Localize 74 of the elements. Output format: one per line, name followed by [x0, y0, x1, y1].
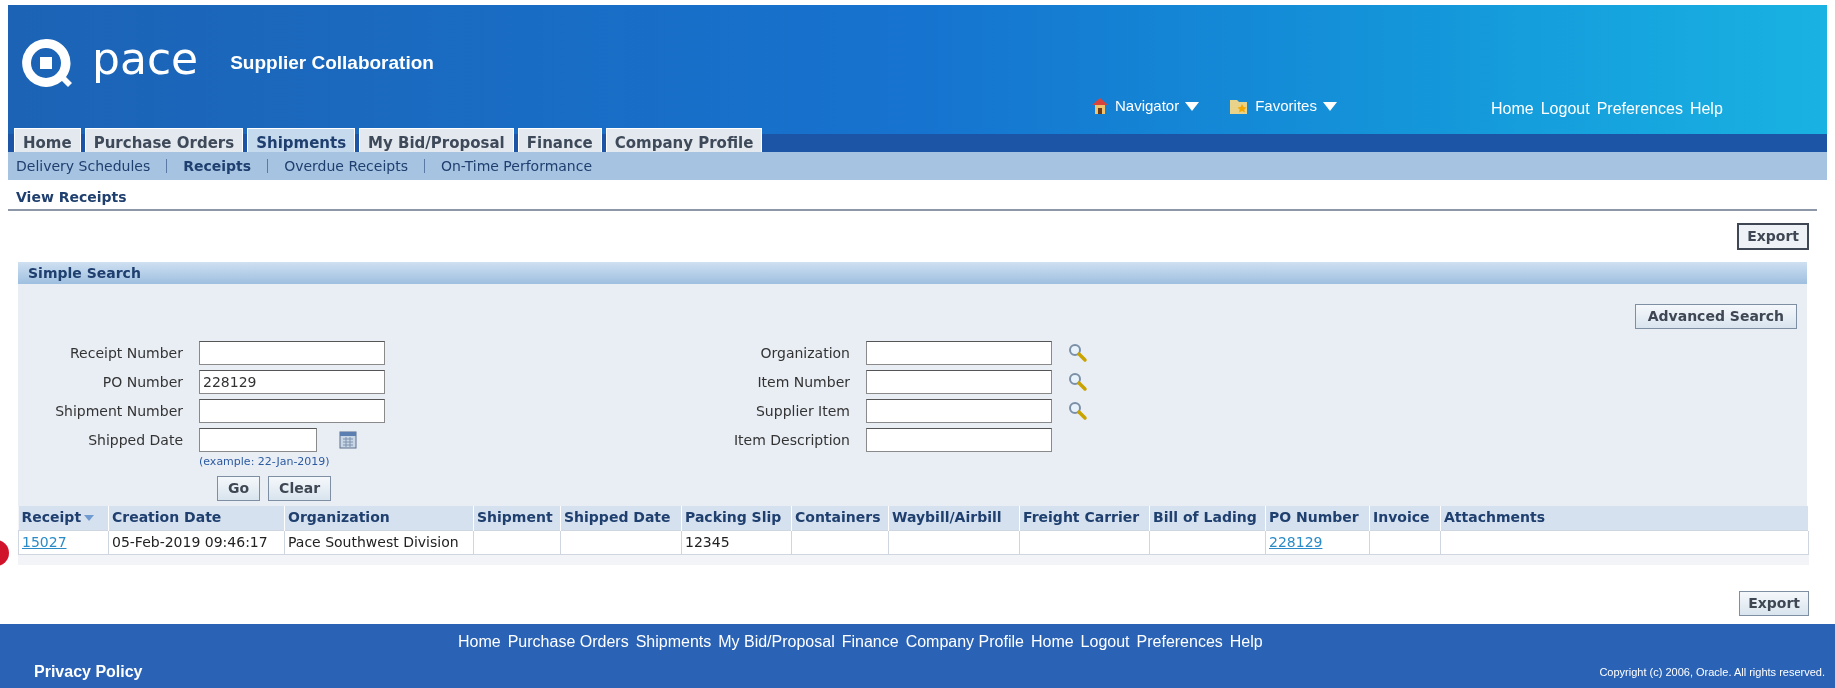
house-icon	[1091, 97, 1109, 116]
app-title: Supplier Collaboration	[230, 50, 434, 75]
column-header[interactable]: Waybill/Airbill	[888, 506, 1020, 530]
table-cell: 12345	[681, 530, 792, 554]
field-label: Item Description	[732, 430, 850, 450]
footer-link[interactable]: Company Profile	[905, 629, 1024, 654]
tab[interactable]: Finance	[517, 128, 602, 152]
advanced-search-button[interactable]: Advanced Search	[1634, 304, 1797, 329]
subtab-link[interactable]: On-Time Performance	[440, 155, 593, 177]
date-hint: (example: 22-Jan-2019)	[199, 454, 331, 470]
column-header[interactable]: Creation Date	[108, 506, 285, 530]
column-header[interactable]: Receipt	[18, 506, 109, 530]
export-button[interactable]: Export	[1737, 223, 1809, 250]
column-header[interactable]: Shipment	[473, 506, 561, 530]
input-field[interactable]	[866, 370, 1052, 394]
date-field[interactable]	[199, 428, 317, 452]
field-label: Supplier Item	[755, 401, 850, 421]
tab[interactable]: Shipments	[247, 128, 356, 152]
column-header[interactable]: Organization	[284, 506, 474, 530]
footer-link[interactable]: Finance	[841, 629, 899, 654]
footer-link[interactable]: Home	[1030, 629, 1074, 654]
column-header[interactable]: PO Number	[1265, 506, 1370, 530]
copyright-text: Copyright (c) 2006, Oracle. All rights reserved.	[1599, 664, 1825, 680]
field-label: PO Number	[101, 372, 183, 392]
caret-icon[interactable]	[1322, 101, 1337, 111]
column-header[interactable]: Attachments	[1440, 506, 1809, 530]
field-label: Item Number	[756, 372, 850, 392]
search-icon[interactable]	[1068, 401, 1088, 421]
page-title: View Receipts	[16, 189, 127, 205]
column-header[interactable]: Packing Slip	[681, 506, 792, 530]
subtab-link[interactable]: Receipts	[183, 155, 252, 177]
search-icon[interactable]	[1068, 372, 1088, 392]
logo-text: pace	[92, 37, 199, 81]
input-field[interactable]	[199, 399, 385, 423]
footer-link[interactable]: Purchase Orders	[507, 629, 629, 654]
column-header[interactable]: Freight Carrier	[1019, 506, 1150, 530]
footer-link[interactable]: Help	[1229, 629, 1263, 654]
input-field[interactable]	[866, 428, 1052, 452]
footer-link[interactable]: Logout	[1080, 629, 1130, 654]
footer-link[interactable]: Preferences	[1136, 629, 1223, 654]
tab[interactable]: Company Profile	[605, 128, 763, 152]
field-label: Organization	[759, 343, 850, 363]
privacy-policy-link[interactable]: Privacy Policy	[34, 659, 143, 684]
subtab-link[interactable]: Delivery Schedules	[16, 155, 151, 177]
section-title: Simple Search	[28, 263, 141, 283]
column-header[interactable]: Containers	[791, 506, 889, 530]
column-header[interactable]: Shipped Date	[560, 506, 682, 530]
tab[interactable]: My Bid/Proposal	[359, 128, 514, 152]
tab[interactable]: Home	[14, 128, 81, 152]
input-field[interactable]	[866, 399, 1052, 423]
footer-link[interactable]: My Bid/Proposal	[718, 629, 835, 654]
input-field[interactable]	[199, 341, 385, 365]
subtab-link[interactable]: Overdue Receipts	[284, 155, 408, 177]
navigator-menu[interactable]: Navigator	[1091, 95, 1200, 118]
field-label: Receipt Number	[69, 343, 183, 363]
column-header[interactable]: Bill of Lading	[1149, 506, 1266, 530]
favorites-menu[interactable]: Favorites	[1229, 95, 1337, 118]
table-cell: 05-Feb-2019 09:46:17	[108, 530, 285, 554]
folder-star-icon	[1229, 97, 1250, 116]
input-field[interactable]	[866, 341, 1052, 365]
search-icon[interactable]	[1068, 343, 1088, 363]
field-label: Shipment Number	[54, 401, 183, 421]
footer-link[interactable]: Home	[458, 629, 501, 654]
column-header[interactable]: Invoice	[1369, 506, 1441, 530]
field-label: Shipped Date	[87, 430, 183, 450]
export-button[interactable]: Export	[1739, 590, 1809, 616]
footer-link[interactable]: Shipments	[635, 629, 712, 654]
table-cell: Pace Southwest Division	[284, 530, 474, 554]
tab[interactable]: Purchase Orders	[84, 128, 244, 152]
input-field[interactable]: 228129	[199, 370, 385, 394]
search-button[interactable]: Go	[217, 475, 261, 501]
caret-icon[interactable]	[1185, 101, 1200, 111]
calendar-icon[interactable]	[339, 431, 357, 449]
search-button[interactable]: Clear	[268, 475, 332, 501]
